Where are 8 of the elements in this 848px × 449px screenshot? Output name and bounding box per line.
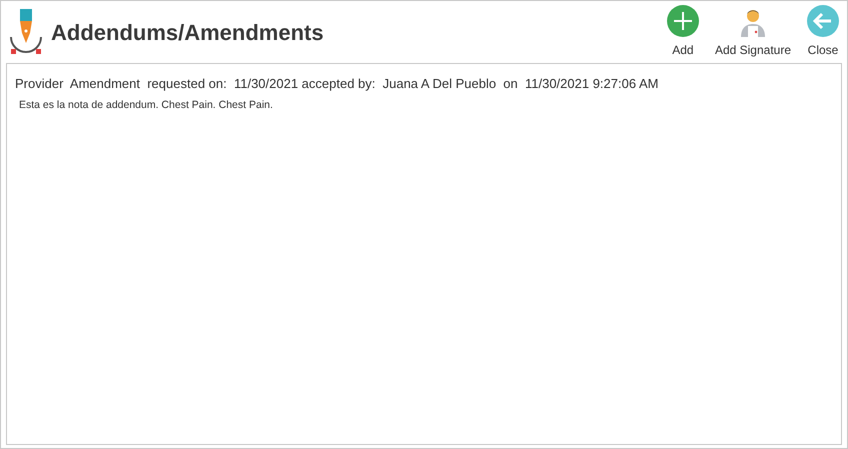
addendum-header: Provider Amendment requested on: 11/30/2021 accepted by: Juana A Del Pueblo on 11/30/2021 9:27:06 AM <box>15 75 660 93</box>
plus-icon <box>666 5 699 37</box>
add-signature-button[interactable]: Add Signature <box>710 5 795 59</box>
add-button[interactable]: Add <box>662 5 703 59</box>
window-title: Addendums/Amendments <box>51 18 324 46</box>
fountain-pen-icon <box>9 9 43 55</box>
addendum-note: Esta es la nota de addendum. Chest Pain. Chest Pain. <box>19 98 274 112</box>
close-button[interactable]: Close <box>803 5 843 59</box>
